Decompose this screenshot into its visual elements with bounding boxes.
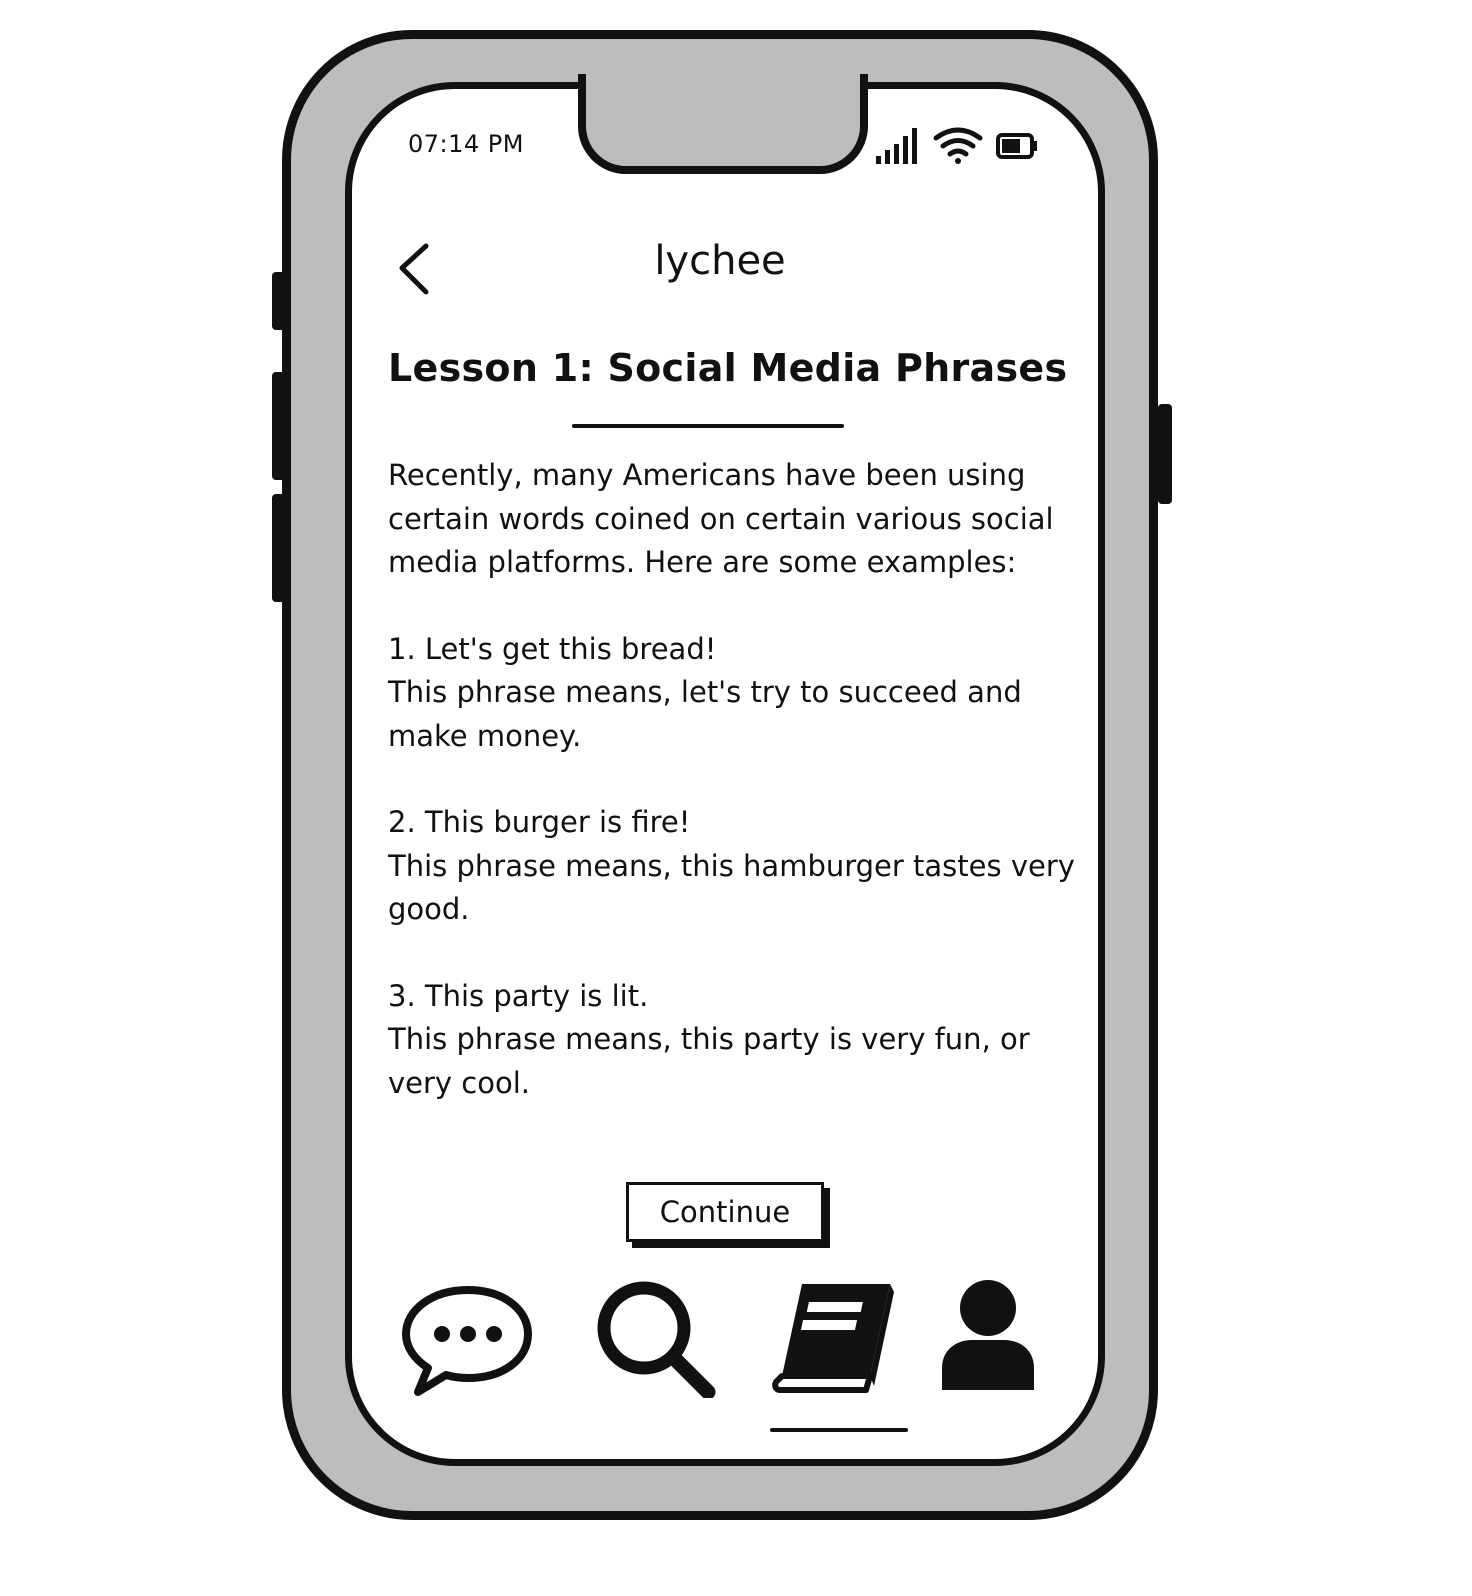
status-time: 07:14 PM: [408, 130, 524, 158]
phrase-meaning: This phrase means, this party is very fu…: [388, 1022, 1030, 1100]
side-button-mute: [272, 272, 286, 330]
side-button-power: [1158, 404, 1172, 504]
phrase-item: 2. This burger is fire! This phrase mean…: [388, 801, 1078, 932]
nav-item-lessons[interactable]: [772, 1278, 902, 1398]
back-button[interactable]: [392, 240, 442, 300]
nav-item-profile[interactable]: [938, 1278, 1038, 1398]
title-divider: [572, 424, 844, 428]
phrase-item: 1. Let's get this bread! This phrase mea…: [388, 628, 1078, 759]
battery-icon: [996, 133, 1037, 159]
signal-icon: [876, 128, 917, 164]
user-icon: [942, 1280, 1034, 1390]
lesson-title: Lesson 1: Social Media Phrases: [388, 346, 1068, 390]
phrase-meaning: This phrase means, this hamburger tastes…: [388, 848, 1075, 927]
phone-notch: [578, 74, 868, 174]
continue-button-wrapper: Continue: [626, 1182, 830, 1248]
book-icon: [772, 1284, 894, 1393]
search-icon: [597, 1281, 716, 1400]
chat-bubble-icon: [402, 1286, 532, 1396]
phrase-meaning: This phrase means, let's try to succeed …: [388, 675, 1022, 753]
wifi-icon: [933, 127, 983, 164]
side-button-volume-down: [272, 494, 286, 602]
lesson-content: Recently, many Americans have been using…: [388, 454, 1078, 1105]
phrase-item: 3. This party is lit. This phrase means,…: [388, 975, 1078, 1106]
nav-active-indicator: [770, 1428, 908, 1432]
nav-item-search[interactable]: [590, 1278, 720, 1400]
chevron-left-icon: [399, 243, 429, 295]
lesson-intro: Recently, many Americans have been using…: [388, 458, 1054, 579]
continue-button[interactable]: Continue: [626, 1182, 824, 1242]
side-button-volume-up: [272, 372, 286, 480]
phrase-text: 1. Let's get this bread!: [388, 631, 717, 666]
phrase-text: 3. This party is lit.: [388, 978, 649, 1013]
phrase-text: 2. This burger is fire!: [388, 805, 691, 839]
app-title: lychee: [654, 238, 786, 284]
nav-item-chat[interactable]: [398, 1278, 538, 1398]
status-icons: [872, 124, 1042, 168]
